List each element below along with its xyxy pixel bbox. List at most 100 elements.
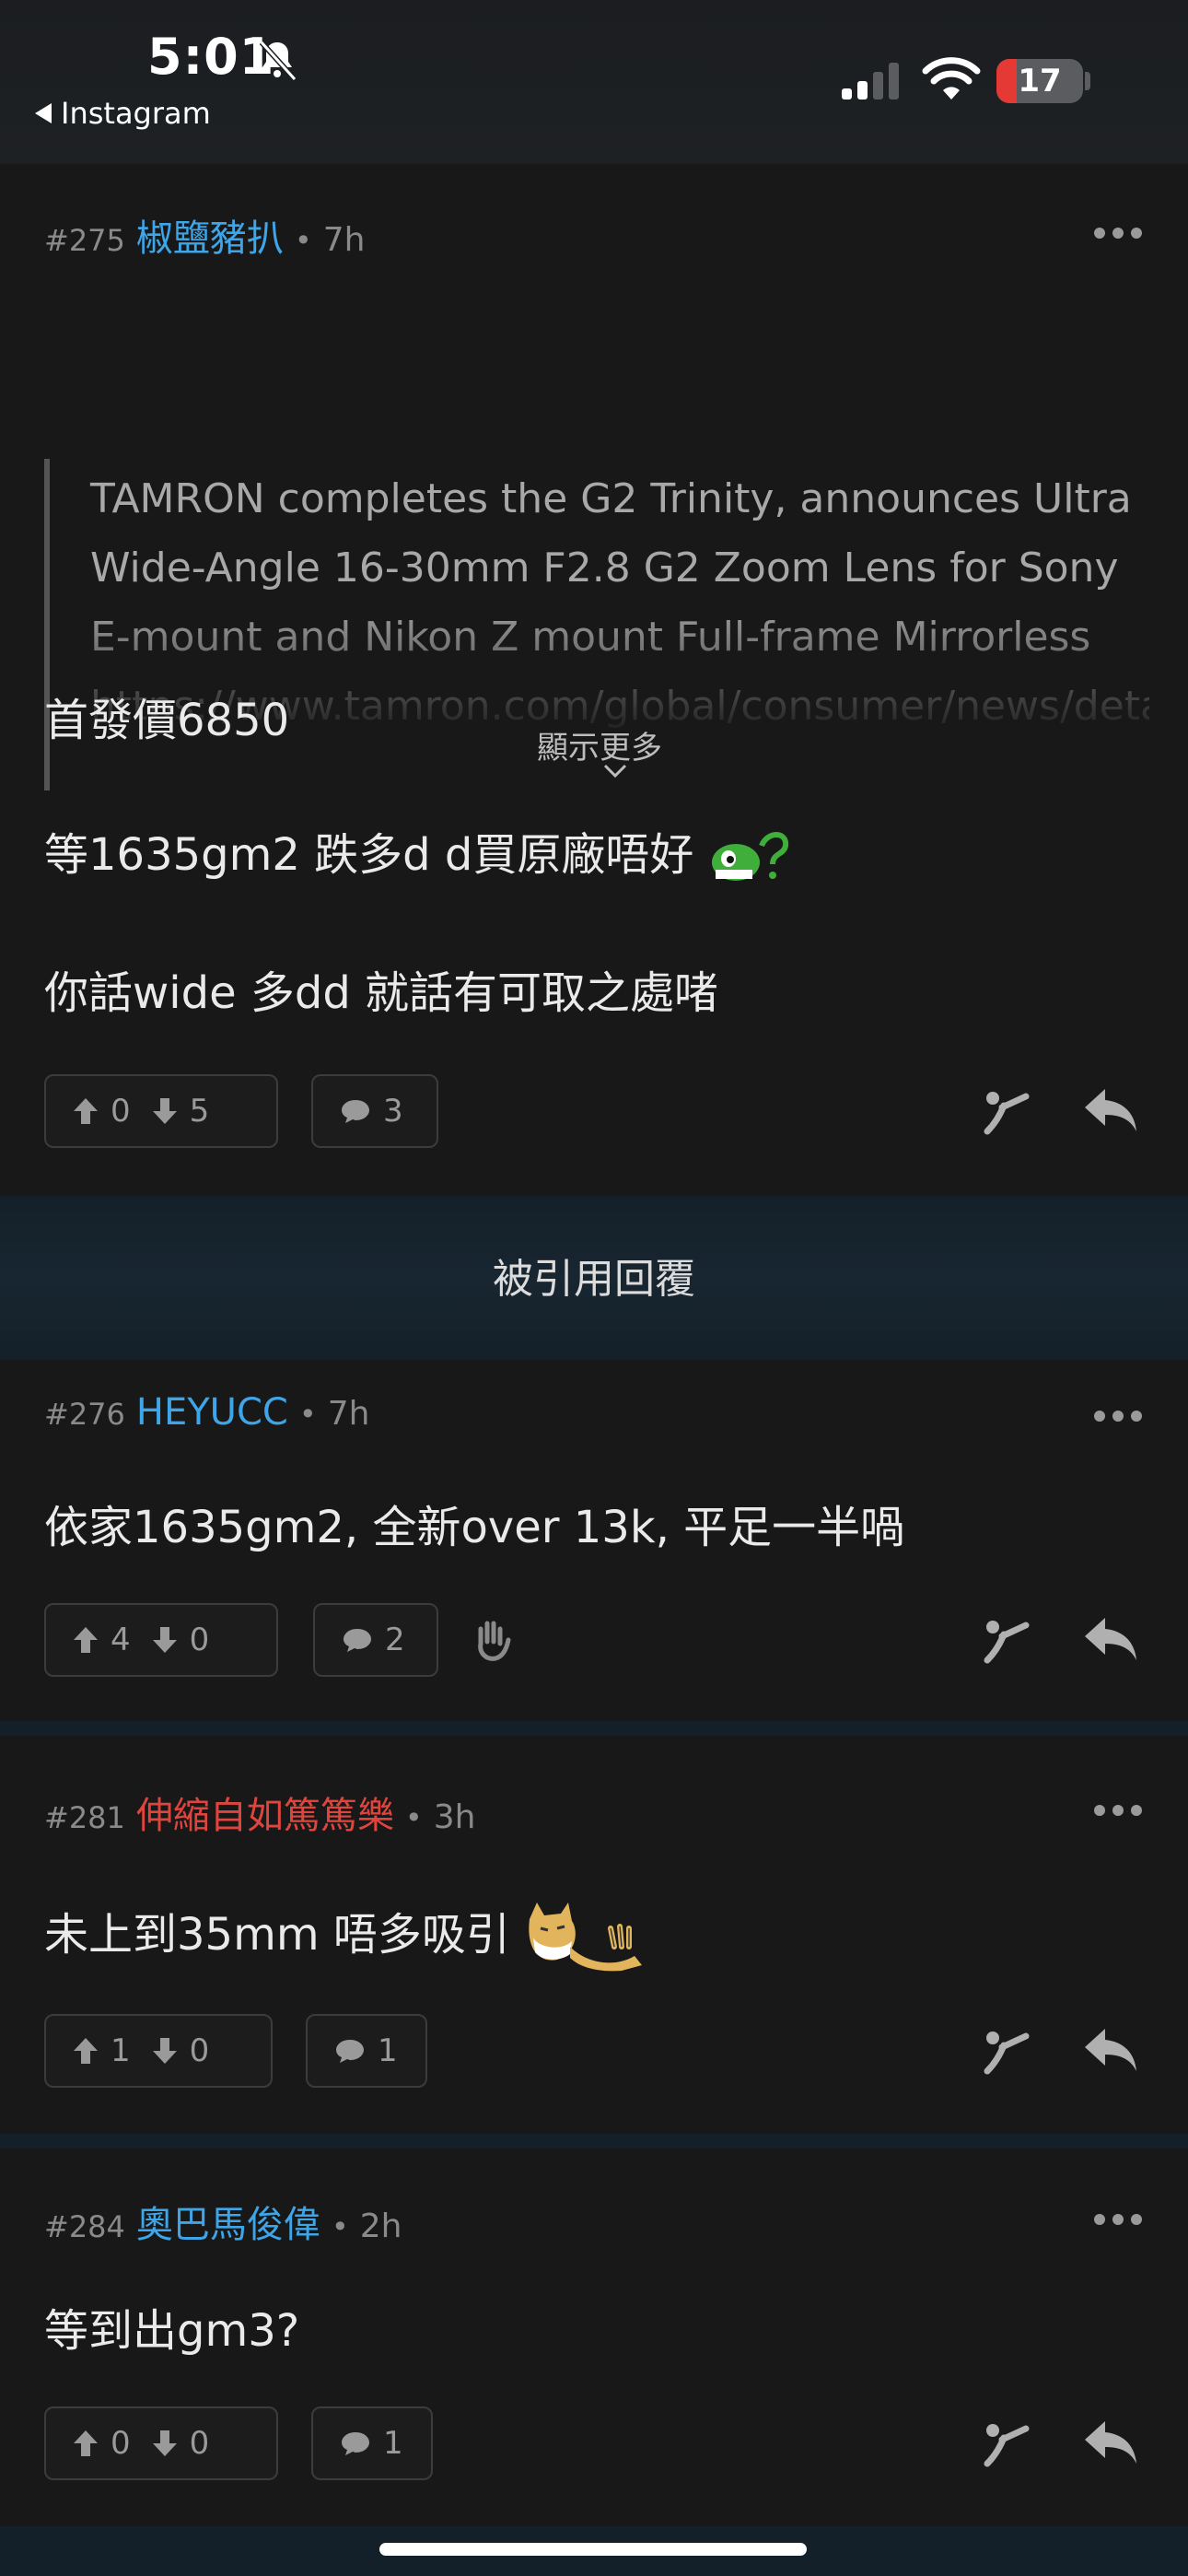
arrow-down-icon: [152, 2038, 177, 2064]
reply-arrow-icon[interactable]: [1081, 1612, 1140, 1664]
post-284: #284 奧巴馬俊偉 • 2h 等到出gm3? 0 0 1: [0, 2149, 1188, 2526]
arrow-down-icon: [152, 1098, 177, 1124]
comment-bubble-icon: [344, 1629, 371, 1652]
post-username[interactable]: 伸縮自如篤篤樂: [136, 1786, 394, 1839]
post-body-line: 依家1635gm2, 全新over 13k, 平足一半喎: [44, 1502, 905, 1553]
upvote-count: 0: [111, 2425, 131, 2462]
downvote-count: 0: [189, 2425, 210, 2462]
cat-sticker-icon: [529, 1903, 643, 1972]
quote-reply-icon[interactable]: [980, 2418, 1031, 2469]
arrow-up-icon: [74, 2038, 98, 2064]
vote-buttons: 0 0: [44, 2406, 278, 2480]
post-281: #281 伸縮自如篤篤樂 • 3h 未上到35mm 唔多吸引 1 0 1: [0, 1736, 1188, 2134]
quoted-replies-label: 被引用回覆: [493, 1256, 695, 1303]
downvote-button[interactable]: 5: [151, 1093, 210, 1130]
quote-reply-icon[interactable]: [980, 2025, 1031, 2077]
post-number: #276: [44, 1397, 125, 1432]
separator-dot: •: [404, 1800, 423, 1835]
post-body-text: 等1635gm2 跌多d d買原廠唔好: [44, 829, 694, 881]
post-time: 3h: [433, 1798, 476, 1836]
wifi-icon: [922, 57, 981, 100]
comments-button[interactable]: 2: [313, 1603, 438, 1677]
quote-reply-icon[interactable]: [980, 1614, 1031, 1666]
dinosaur-sticker-icon: [711, 832, 788, 881]
post-username[interactable]: 奧巴馬俊偉: [136, 2195, 320, 2248]
quoted-replies-banner[interactable]: 被引用回覆: [0, 1196, 1188, 1360]
post-divider: [0, 2134, 1188, 2149]
post-number: #275: [44, 223, 125, 258]
downvote-count: 5: [189, 1093, 210, 1130]
separator-dot: •: [331, 2209, 349, 2244]
vote-buttons: 4 0: [44, 1603, 278, 1677]
post-body-line-with-emoji: 等1635gm2 跌多d d買原廠唔好: [44, 818, 791, 888]
comment-count: 1: [383, 2425, 403, 2462]
post-number: #281: [44, 1800, 125, 1835]
cellular-signal-icon: [842, 63, 899, 100]
upvote-button[interactable]: 4: [72, 1622, 131, 1658]
upvote-button[interactable]: 0: [72, 2425, 131, 2462]
upvote-count: 4: [111, 1622, 131, 1658]
downvote-count: 0: [189, 2032, 210, 2069]
more-options-icon[interactable]: [1094, 227, 1144, 240]
upvote-count: 0: [111, 1093, 131, 1130]
hand-wave-icon[interactable]: [472, 1618, 512, 1662]
comment-bubble-icon: [342, 2432, 369, 2455]
downvote-button[interactable]: 0: [151, 1622, 210, 1658]
post-body-line: 你話wide 多dd 就話有可取之處啫: [44, 967, 719, 1019]
post-275: #275 椒鹽豬扒 • 7h TAMRON completes the G2 T…: [0, 164, 1188, 1196]
post-header: #284 奧巴馬俊偉 • 2h: [44, 2195, 402, 2248]
comment-count: 1: [378, 2032, 398, 2069]
arrow-up-icon: [74, 2430, 98, 2456]
bell-muted-icon: [259, 40, 297, 82]
comments-button[interactable]: 3: [311, 1074, 438, 1148]
arrow-down-icon: [152, 1627, 177, 1653]
more-options-icon[interactable]: [1094, 1410, 1144, 1423]
post-divider: [0, 1721, 1188, 1736]
vote-buttons: 1 0: [44, 2014, 273, 2088]
upvote-button[interactable]: 0: [72, 1093, 131, 1130]
post-body-text: 未上到35mm 唔多吸引: [44, 1909, 510, 1961]
post-header: #276 HEYUCC • 7h: [44, 1391, 369, 1434]
separator-dot: •: [298, 1397, 317, 1432]
post-number: #284: [44, 2209, 125, 2244]
more-options-icon[interactable]: [1094, 2213, 1144, 2226]
post-time: 7h: [327, 1395, 370, 1433]
post-header: #275 椒鹽豬扒 • 7h: [44, 208, 366, 262]
comment-bubble-icon: [342, 1100, 369, 1123]
comments-button[interactable]: 1: [311, 2406, 433, 2480]
battery-level: 17: [1018, 63, 1062, 100]
reply-arrow-icon[interactable]: [1081, 2416, 1140, 2467]
post-username[interactable]: 椒鹽豬扒: [136, 208, 284, 262]
post-header: #281 伸縮自如篤篤樂 • 3h: [44, 1786, 476, 1839]
home-indicator[interactable]: [379, 2543, 807, 2556]
back-app-label: Instagram: [61, 96, 211, 131]
separator-dot: •: [294, 223, 312, 258]
downvote-count: 0: [189, 1622, 210, 1658]
downvote-button[interactable]: 0: [151, 2425, 210, 2462]
arrow-down-icon: [152, 2430, 177, 2456]
quote-reply-icon[interactable]: [980, 1085, 1031, 1137]
chevron-down-icon[interactable]: [602, 763, 628, 779]
arrow-up-icon: [74, 1098, 98, 1124]
more-options-icon[interactable]: [1094, 1804, 1144, 1817]
post-username[interactable]: HEYUCC: [136, 1391, 288, 1434]
post-body-line: 首發價6850: [44, 695, 290, 746]
comment-count: 3: [383, 1093, 403, 1130]
post-276: #276 HEYUCC • 7h 依家1635gm2, 全新over 13k, …: [0, 1360, 1188, 1721]
comments-button[interactable]: 1: [306, 2014, 427, 2088]
upvote-count: 1: [111, 2032, 131, 2069]
post-time: 7h: [322, 221, 366, 259]
back-arrow-icon: [35, 103, 52, 123]
back-to-app-button[interactable]: Instagram: [35, 96, 211, 131]
reply-arrow-icon[interactable]: [1081, 2023, 1140, 2075]
downvote-button[interactable]: 0: [151, 2032, 210, 2069]
upvote-button[interactable]: 1: [72, 2032, 131, 2069]
status-bar: 5:01 Instagram 17: [0, 0, 1188, 164]
post-time: 2h: [359, 2207, 402, 2245]
arrow-up-icon: [74, 1627, 98, 1653]
reply-arrow-icon[interactable]: [1081, 1083, 1140, 1135]
battery-indicator: 17: [996, 59, 1083, 103]
vote-buttons: 0 5: [44, 1074, 278, 1148]
comment-bubble-icon: [336, 2040, 364, 2063]
post-body-line: 等到出gm3?: [44, 2305, 300, 2357]
